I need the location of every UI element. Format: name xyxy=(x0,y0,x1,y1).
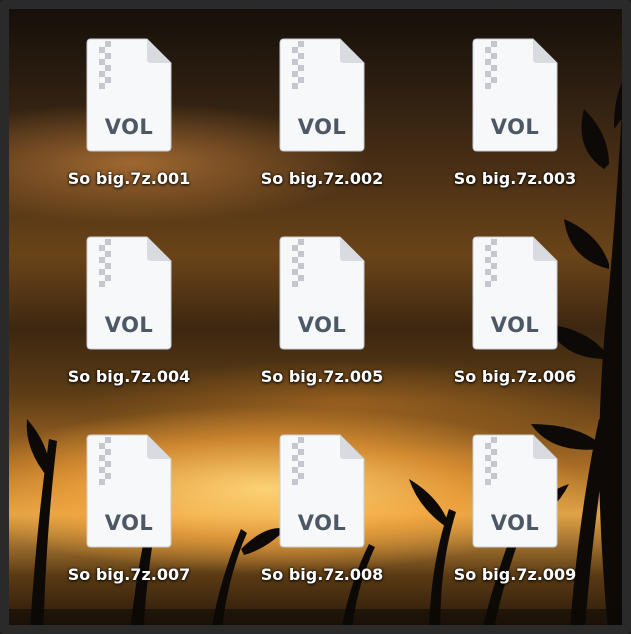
file-item[interactable]: VOL So big.7z.006 xyxy=(435,235,595,415)
file-item[interactable]: VOL So big.7z.008 xyxy=(242,433,402,613)
file-item[interactable]: VOL So big.7z.003 xyxy=(435,37,595,217)
zip-archive-document-icon: VOL xyxy=(471,37,559,153)
file-name-label: So big.7z.003 xyxy=(453,169,577,188)
file-name-label: So big.7z.002 xyxy=(260,169,384,188)
zip-archive-document-icon: VOL xyxy=(278,235,366,351)
zip-archive-document-icon: VOL xyxy=(471,433,559,549)
zip-archive-document-icon: VOL xyxy=(278,37,366,153)
zip-archive-document-icon: VOL xyxy=(85,433,173,549)
file-type-badge: VOL xyxy=(490,313,540,337)
file-type-badge: VOL xyxy=(104,511,154,535)
file-type-badge: VOL xyxy=(490,115,540,139)
file-type-badge: VOL xyxy=(297,511,347,535)
file-icon-grid: VOL So big.7z.001 VOL So big.7z.002 VOL … xyxy=(9,9,622,625)
desktop-window: VOL So big.7z.001 VOL So big.7z.002 VOL … xyxy=(0,0,631,634)
file-name-label: So big.7z.005 xyxy=(260,367,384,386)
file-name-label: So big.7z.004 xyxy=(67,367,191,386)
file-item[interactable]: VOL So big.7z.005 xyxy=(242,235,402,415)
file-name-label: So big.7z.009 xyxy=(453,565,577,584)
file-type-badge: VOL xyxy=(490,511,540,535)
file-name-label: So big.7z.008 xyxy=(260,565,384,584)
zip-archive-document-icon: VOL xyxy=(278,433,366,549)
file-type-badge: VOL xyxy=(297,313,347,337)
zip-archive-document-icon: VOL xyxy=(471,235,559,351)
file-type-badge: VOL xyxy=(297,115,347,139)
file-type-badge: VOL xyxy=(104,313,154,337)
file-name-label: So big.7z.006 xyxy=(453,367,577,386)
file-item[interactable]: VOL So big.7z.009 xyxy=(435,433,595,613)
zip-archive-document-icon: VOL xyxy=(85,235,173,351)
file-name-label: So big.7z.001 xyxy=(67,169,191,188)
file-item[interactable]: VOL So big.7z.007 xyxy=(49,433,209,613)
file-name-label: So big.7z.007 xyxy=(67,565,191,584)
zip-archive-document-icon: VOL xyxy=(85,37,173,153)
file-item[interactable]: VOL So big.7z.001 xyxy=(49,37,209,217)
file-item[interactable]: VOL So big.7z.004 xyxy=(49,235,209,415)
file-type-badge: VOL xyxy=(104,115,154,139)
file-item[interactable]: VOL So big.7z.002 xyxy=(242,37,402,217)
